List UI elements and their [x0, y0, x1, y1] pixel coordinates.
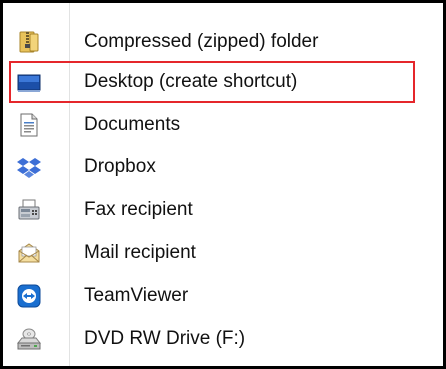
menu-item-label: Compressed (zipped) folder: [84, 31, 319, 52]
menu-item-desktop-shortcut[interactable]: Desktop (create shortcut): [9, 61, 415, 103]
desktop-icon: [17, 70, 41, 94]
menu-item-compressed-folder[interactable]: Compressed (zipped) folder: [9, 21, 415, 63]
menu-item-fax-recipient[interactable]: Fax recipient: [9, 189, 415, 231]
send-to-menu: Compressed (zipped) folder Desktop (crea…: [0, 0, 446, 369]
menu-item-label: Dropbox: [84, 156, 156, 177]
dropbox-icon: [17, 155, 41, 179]
menu-body: Compressed (zipped) folder Desktop (crea…: [3, 3, 443, 366]
documents-icon: [17, 113, 41, 137]
teamviewer-icon: [17, 284, 41, 308]
dvd-drive-icon: [16, 327, 42, 351]
menu-item-label: Mail recipient: [84, 242, 196, 263]
menu-item-label: Fax recipient: [84, 199, 193, 220]
menu-item-label: TeamViewer: [84, 285, 189, 306]
fax-icon: [17, 198, 41, 222]
menu-item-dvd-drive[interactable]: DVD RW Drive (F:): [9, 318, 415, 360]
menu-item-label: Desktop (create shortcut): [84, 71, 298, 92]
zip-folder-icon: [17, 30, 41, 54]
menu-item-dropbox[interactable]: Dropbox: [9, 146, 415, 188]
menu-item-teamviewer[interactable]: TeamViewer: [9, 275, 415, 317]
menu-item-documents[interactable]: Documents: [9, 104, 415, 146]
mail-icon: [17, 241, 41, 265]
menu-item-label: DVD RW Drive (F:): [84, 328, 246, 349]
menu-item-label: Documents: [84, 114, 181, 135]
menu-item-mail-recipient[interactable]: Mail recipient: [9, 232, 415, 274]
